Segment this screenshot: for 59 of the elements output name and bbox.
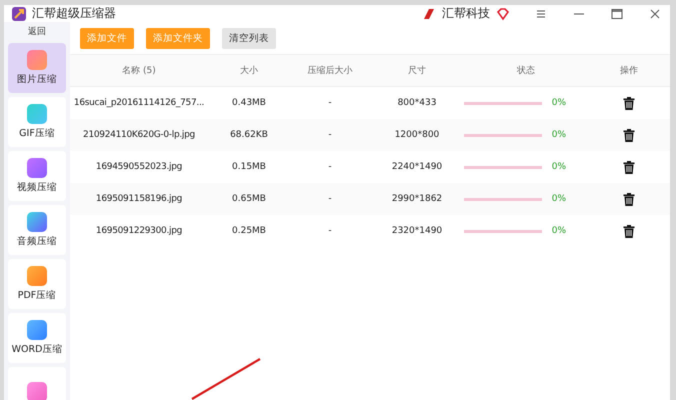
progress-percent: 0%	[552, 98, 566, 108]
video-tool-icon	[27, 158, 47, 178]
trash-icon[interactable]	[623, 128, 635, 142]
sidebar-item[interactable]: WORD压缩	[8, 313, 66, 363]
file-name-cell-text: 1694590552023.jpg	[94, 162, 184, 172]
word-tool-icon	[27, 320, 47, 340]
sidebar-item[interactable]: 视频压缩	[8, 151, 66, 201]
annotation-line	[190, 358, 262, 400]
dimensions-cell-text: 800*433	[396, 98, 438, 108]
window-title: 汇帮超级压缩器	[32, 5, 117, 22]
size-cell-text: 0.25MB	[231, 226, 267, 236]
trash-icon[interactable]	[623, 224, 635, 238]
compressed-size-cell-text: -	[327, 130, 333, 140]
size-cell-text: 68.62KB	[229, 130, 269, 140]
app-logo-icon	[12, 6, 26, 20]
dimensions-cell-text: 2240*1490	[390, 162, 444, 172]
progress-percent: 0%	[552, 162, 566, 172]
back-link[interactable]: 返回	[28, 25, 46, 39]
sidebar-item[interactable]: PDF压缩	[8, 259, 66, 309]
compressed-size-cell-text: -	[327, 162, 333, 172]
sidebar-item[interactable]: 音频压缩	[8, 205, 66, 255]
brand-logo-icon	[422, 6, 436, 20]
compressed-size-cell-text: -	[327, 98, 333, 108]
size-cell-text: 0.65MB	[231, 194, 267, 204]
compressed-size-cell-text: -	[327, 226, 333, 236]
brand-name: 汇帮科技	[442, 5, 490, 22]
ppt-tool-icon	[27, 382, 47, 400]
column-header: 压缩后大小	[306, 64, 354, 77]
audio-tool-icon	[27, 212, 47, 232]
column-header: 状态	[516, 64, 536, 77]
file-name-cell-text: 1695091158196.jpg	[94, 194, 184, 204]
progress-percent: 0%	[552, 226, 566, 236]
file-name-cell-text: 1695091229300.jpg	[94, 226, 184, 236]
column-header: 名称 (5)	[121, 64, 157, 77]
column-header: 大小	[239, 64, 259, 77]
clear-list-button[interactable]: 清空列表	[222, 28, 276, 48]
close-icon[interactable]	[648, 6, 662, 20]
compressed-size-cell-text: -	[327, 194, 333, 204]
dimensions-cell-text: 1200*800	[394, 130, 440, 140]
trash-icon[interactable]	[623, 96, 635, 110]
image-tool-icon	[27, 50, 47, 70]
sidebar-item[interactable]: GIF压缩	[8, 97, 66, 147]
column-header: 操作	[619, 64, 639, 77]
maximize-icon[interactable]	[610, 6, 624, 20]
size-cell-text: 0.43MB	[231, 98, 267, 108]
progress-percent: 0%	[552, 194, 566, 204]
gif-tool-icon	[27, 104, 47, 124]
trash-icon[interactable]	[623, 160, 635, 174]
column-header: 尺寸	[407, 64, 427, 77]
trash-icon[interactable]	[623, 192, 635, 206]
dimensions-cell-text: 2990*1862	[390, 194, 444, 204]
file-name-cell-text: 16sucai_p20161114126_757...	[72, 98, 206, 108]
sidebar-item[interactable]: 图片压缩	[8, 43, 66, 93]
diamond-icon[interactable]	[496, 6, 510, 20]
file-name-cell-text: 210924110K620G-0-lp.jpg	[82, 130, 196, 140]
pdf-tool-icon	[27, 266, 47, 286]
size-cell-text: 0.15MB	[231, 162, 267, 172]
dimensions-cell-text: 2320*1490	[390, 226, 444, 236]
progress-percent: 0%	[552, 130, 566, 140]
